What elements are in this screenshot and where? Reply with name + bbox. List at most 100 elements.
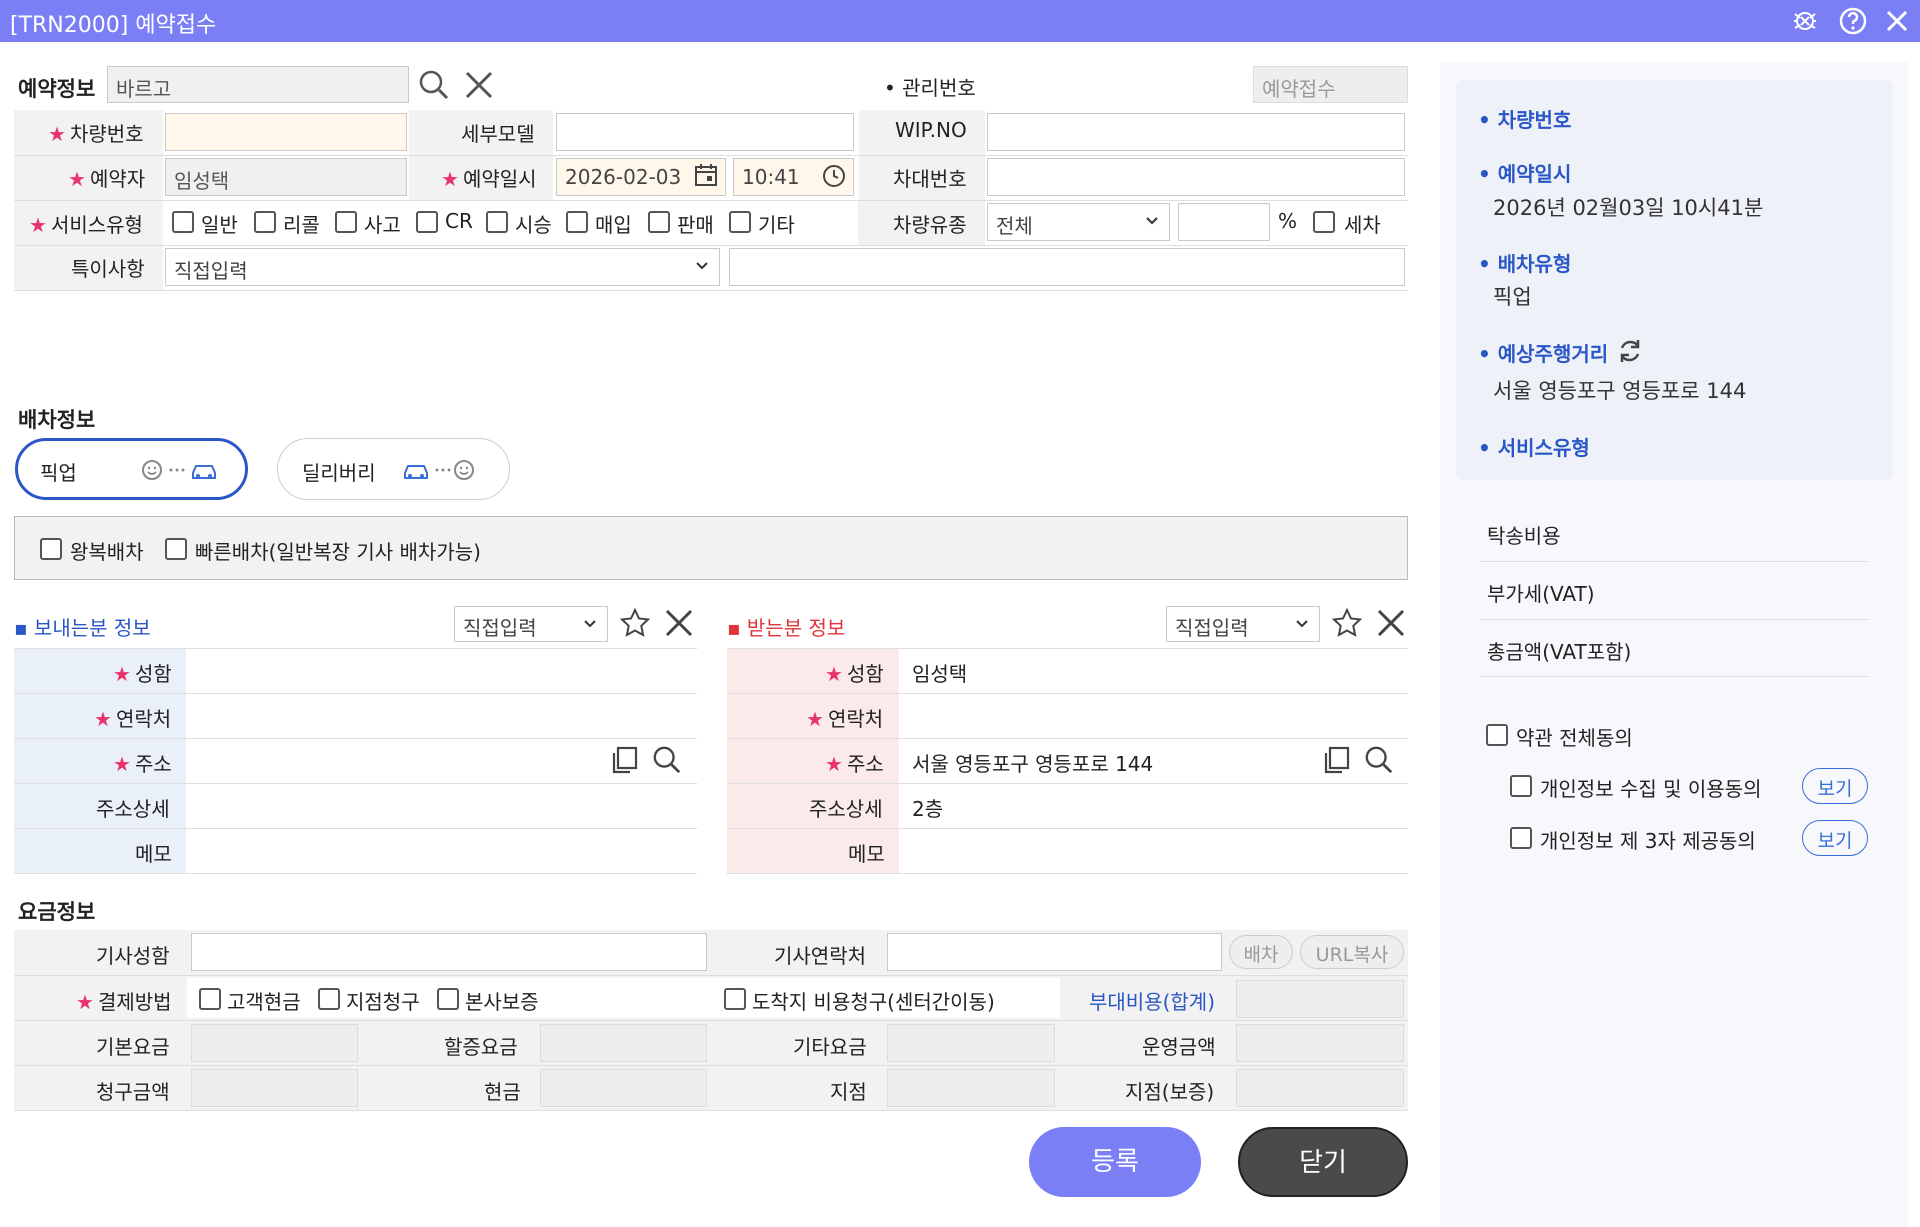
oil-type-value: 전체 xyxy=(996,214,1033,238)
pickup-option[interactable]: 픽업 xyxy=(15,438,248,500)
refresh-icon[interactable] xyxy=(1616,337,1644,365)
agree-all-checkbox[interactable] xyxy=(1486,724,1508,746)
car-no-label: 차량번호 xyxy=(69,122,144,146)
oil-percent-input[interactable] xyxy=(1178,203,1270,241)
chassis-input[interactable] xyxy=(987,158,1405,196)
star-icon[interactable] xyxy=(619,607,651,639)
booking-search-input[interactable]: 바르고 xyxy=(107,66,409,103)
pay-branch-claim-checkbox[interactable] xyxy=(318,988,340,1010)
copy-icon[interactable] xyxy=(609,745,639,775)
receiver-addr-detail-value[interactable]: 2층 xyxy=(912,793,943,822)
close-window-icon[interactable] xyxy=(1882,6,1912,36)
star-icon[interactable] xyxy=(1331,607,1363,639)
agree-third-party-checkbox[interactable] xyxy=(1510,827,1532,849)
service-type-checkbox[interactable] xyxy=(729,211,751,233)
view-privacy-button[interactable]: 보기 xyxy=(1802,768,1868,804)
service-type-label-item: 사고 xyxy=(364,213,401,237)
clear-icon[interactable] xyxy=(463,69,495,101)
surcharge-input xyxy=(540,1024,707,1062)
driver-name-label: 기사성함 xyxy=(96,944,170,968)
booking-section-label: 예약정보 xyxy=(18,77,96,101)
sender-title: ▪ 보내는분 정보 xyxy=(14,616,151,640)
receiver-phone-input[interactable] xyxy=(903,697,1403,735)
service-type-checkbox[interactable] xyxy=(254,211,276,233)
service-type-checkbox[interactable] xyxy=(486,211,508,233)
note-text-input[interactable] xyxy=(729,248,1405,286)
close-icon[interactable] xyxy=(663,607,695,639)
address-search-icon[interactable] xyxy=(652,745,682,775)
register-button[interactable]: 등록 xyxy=(1029,1127,1201,1197)
summary-card xyxy=(1456,80,1892,480)
service-type-checkbox[interactable] xyxy=(172,211,194,233)
transport-cost-label: 탁송비용 xyxy=(1487,524,1561,548)
service-type-checkbox[interactable] xyxy=(566,211,588,233)
calendar-icon[interactable] xyxy=(694,163,718,187)
fast-dispatch-checkbox[interactable] xyxy=(165,538,187,560)
sender-name-input[interactable] xyxy=(190,652,690,690)
sender-select-value: 직접입력 xyxy=(463,616,537,640)
vat-label: 부가세(VAT) xyxy=(1487,582,1595,606)
claim-amount-input xyxy=(191,1069,358,1107)
extra-cost-link[interactable]: 부대비용(합계) xyxy=(1089,986,1215,1015)
car-no-input[interactable] xyxy=(165,113,407,151)
branch-label: 지점 xyxy=(830,1080,867,1104)
service-type-label-item: 시승 xyxy=(515,213,552,237)
branch-guarantee-label: 지점(보증) xyxy=(1125,1080,1215,1104)
pay-customer-cash-checkbox[interactable] xyxy=(199,988,221,1010)
sender-select[interactable]: 직접입력 xyxy=(454,606,608,642)
receiver-select[interactable]: 직접입력 xyxy=(1166,606,1320,642)
operating-amount-input xyxy=(1236,1024,1404,1062)
help-icon[interactable] xyxy=(1838,6,1868,36)
copy-icon[interactable] xyxy=(1321,745,1351,775)
wash-checkbox[interactable] xyxy=(1313,211,1335,233)
agree-privacy-checkbox[interactable] xyxy=(1510,775,1532,797)
chevron-down-icon xyxy=(696,262,708,270)
extra-cost-input xyxy=(1236,980,1404,1018)
agree-third-party-label: 개인정보 제 3자 제공동의 xyxy=(1540,829,1756,853)
driver-name-input[interactable] xyxy=(191,933,707,971)
driver-phone-input[interactable] xyxy=(887,933,1222,971)
close-icon[interactable] xyxy=(1375,607,1407,639)
other-fee-input xyxy=(887,1024,1055,1062)
dest-charge-checkbox[interactable] xyxy=(724,988,746,1010)
search-icon[interactable] xyxy=(418,69,450,101)
service-type-checkbox[interactable] xyxy=(416,211,438,233)
total-label: 총금액(VAT포함) xyxy=(1487,640,1632,664)
side-service-type-label: • 서비스유형 xyxy=(1478,436,1590,460)
round-trip-checkbox[interactable] xyxy=(40,538,62,560)
note-select-value: 직접입력 xyxy=(174,259,248,283)
pay-customer-cash-label: 고객현금 xyxy=(227,990,301,1014)
dest-charge-label: 도착지 비용청구(센터간이동) xyxy=(752,990,995,1014)
view-third-party-button[interactable]: 보기 xyxy=(1802,820,1868,856)
service-type-label-item: CR xyxy=(445,209,473,233)
detail-model-input[interactable] xyxy=(556,113,854,151)
service-type-checkbox[interactable] xyxy=(335,211,357,233)
clock-icon[interactable] xyxy=(822,164,846,188)
wip-label: WIP.NO xyxy=(895,118,967,142)
agree-all-label: 약관 전체동의 xyxy=(1516,726,1633,750)
oil-type-select[interactable]: 전체 xyxy=(987,203,1170,241)
receiver-name-value[interactable]: 임성택 xyxy=(912,658,967,687)
reserver-input[interactable]: 임성택 xyxy=(165,158,407,196)
service-type-label-item: 판매 xyxy=(677,213,714,237)
base-fee-input xyxy=(191,1024,358,1062)
sender-phone-input[interactable] xyxy=(190,697,690,735)
chassis-label: 차대번호 xyxy=(893,167,967,191)
service-type-checkbox[interactable] xyxy=(648,211,670,233)
service-type-label-item: 리콜 xyxy=(283,213,320,237)
dispatch-button[interactable]: 배차 xyxy=(1229,935,1293,969)
bug-icon[interactable] xyxy=(1790,6,1820,36)
sender-phone-label: 연락처 xyxy=(115,707,172,731)
delivery-option[interactable]: 딜리버리 xyxy=(277,438,510,500)
cash-input xyxy=(540,1069,707,1107)
side-car-no-label: • 차량번호 xyxy=(1478,108,1572,132)
note-select[interactable]: 직접입력 xyxy=(165,248,720,286)
wip-input[interactable] xyxy=(987,113,1405,151)
url-copy-button[interactable]: URL복사 xyxy=(1300,935,1404,969)
address-search-icon[interactable] xyxy=(1364,745,1394,775)
receiver-addr-value[interactable]: 서울 영등포구 영등포로 144 xyxy=(912,748,1153,777)
mgmt-no-label: • 관리번호 xyxy=(884,76,976,100)
pay-hq-guarantee-checkbox[interactable] xyxy=(437,988,459,1010)
close-button[interactable]: 닫기 xyxy=(1238,1127,1408,1197)
window-title: [TRN2000] 예약접수 xyxy=(10,13,217,38)
